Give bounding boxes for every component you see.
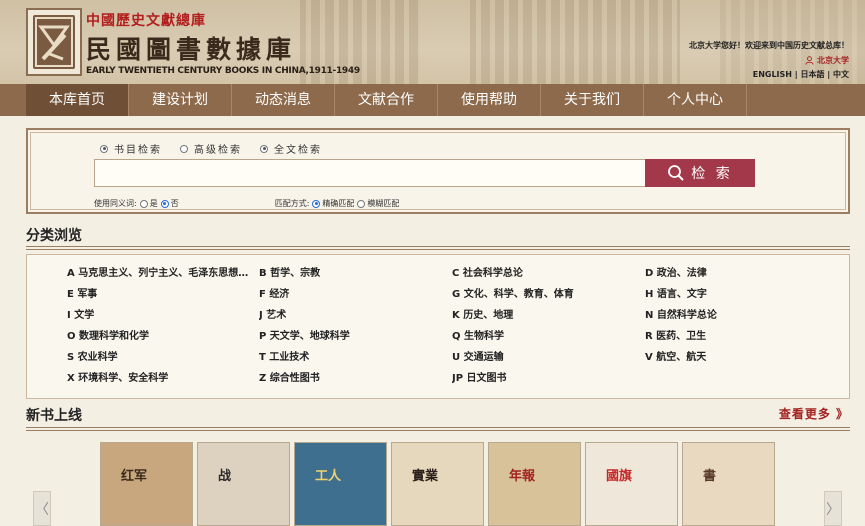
category-item[interactable]: O 数理科学和化学 (67, 329, 259, 344)
category-grid: A 马克思主义、列宁主义、毛泽东思想、邓小平理论B 哲学、宗教C 社会科学总论D… (67, 266, 838, 386)
match-exact[interactable]: 精确匹配 (309, 198, 354, 209)
category-item[interactable]: I 文学 (67, 308, 259, 323)
book-cover[interactable]: 國旗 (585, 442, 678, 526)
category-item[interactable]: G 文化、科学、教育、体育 (452, 287, 645, 302)
book-cover-title: 工人 (315, 469, 342, 484)
category-item[interactable]: JP 日文图书 (452, 371, 645, 386)
radio-icon (139, 199, 148, 208)
category-item[interactable]: E 军事 (67, 287, 259, 302)
category-item[interactable]: N 自然科学总论 (645, 308, 838, 323)
book-cover[interactable]: 工人 (294, 442, 387, 526)
category-item[interactable]: J 艺术 (259, 308, 452, 323)
synonym-yes[interactable]: 是 (137, 198, 158, 209)
language-switcher: ENGLISH | 日本語 | 中文 (752, 70, 849, 79)
user-account-link[interactable]: 北京大学 (805, 55, 849, 66)
category-item[interactable]: V 航空、航天 (645, 350, 838, 365)
category-item[interactable]: Q 生物科学 (452, 329, 645, 344)
nav-news[interactable]: 动态消息 (232, 84, 335, 116)
category-item[interactable]: U 交通运输 (452, 350, 645, 365)
category-section-title: 分类浏览 (26, 228, 82, 244)
category-item[interactable]: S 农业科学 (67, 350, 259, 365)
database-name: 民國圖書數據庫 (86, 35, 297, 64)
lang-english[interactable]: ENGLISH (753, 70, 792, 79)
chevron-left-icon: 〈 (35, 501, 49, 518)
search-icon (668, 165, 684, 181)
book-cover[interactable]: 書 (682, 442, 775, 526)
search-mode-group: 书目检索 高级检索 全文检索 (100, 141, 322, 156)
search-mode-fulltext[interactable]: 全文检索 (260, 141, 322, 156)
nav-personal-center[interactable]: 个人中心 (644, 84, 747, 116)
nav-cooperation[interactable]: 文献合作 (335, 84, 438, 116)
section-divider (26, 246, 850, 250)
synonym-label: 使用同义词: (94, 199, 137, 208)
category-item[interactable]: T 工业技术 (259, 350, 452, 365)
radio-icon (260, 144, 268, 153)
book-cover[interactable]: 年報 (488, 442, 581, 526)
category-item[interactable]: F 经济 (259, 287, 452, 302)
site-logo[interactable] (26, 8, 82, 76)
nav-build-plan[interactable]: 建设计划 (129, 84, 232, 116)
search-options: 使用同义词: 是 否 匹配方式: 精确匹配 模糊匹配 (94, 198, 399, 209)
main-nav: 本库首页 建设计划 动态消息 文献合作 使用帮助 关于我们 个人中心 (0, 84, 865, 116)
category-item[interactable]: R 医药、卫生 (645, 329, 838, 344)
nav-about[interactable]: 关于我们 (541, 84, 644, 116)
radio-icon (357, 199, 366, 208)
lang-chinese[interactable]: 中文 (833, 70, 849, 79)
book-cover-title: 红军 (121, 469, 148, 484)
category-item[interactable]: K 历史、地理 (452, 308, 645, 323)
category-panel: A 马克思主义、列宁主义、毛泽东思想、邓小平理论B 哲学、宗教C 社会科学总论D… (26, 254, 850, 399)
database-name-english: EARLY TWENTIETH CENTURY BOOKS IN CHINA,1… (86, 66, 360, 76)
search-mode-catalog[interactable]: 书目检索 (100, 141, 162, 156)
new-books-carousel: 〈 红军 战 工人 實業 年報 國旗 書 〉 (0, 436, 865, 526)
book-cover[interactable]: 红军 (100, 442, 193, 526)
carousel-prev-button[interactable]: 〈 (33, 491, 51, 526)
category-item[interactable]: Z 综合性图书 (259, 371, 452, 386)
category-item[interactable]: H 语言、文字 (645, 287, 838, 302)
search-input[interactable] (94, 159, 646, 187)
user-name: 北京大学 (817, 56, 849, 65)
new-books-section-title: 新书上线 (26, 408, 82, 424)
org-name: 中國歷史文獻總庫 (86, 13, 206, 29)
radio-icon (160, 199, 169, 208)
lang-japanese[interactable]: 日本語 (801, 70, 825, 79)
search-mode-advanced[interactable]: 高级检索 (180, 141, 242, 156)
user-icon (805, 56, 814, 65)
view-more-link[interactable]: 查看更多 》 (779, 405, 849, 422)
book-cover[interactable]: 實業 (391, 442, 484, 526)
welcome-message: 北京大学您好！欢迎来到中国历史文献总库！ (689, 41, 849, 50)
book-cover-title: 年報 (509, 469, 536, 484)
radio-icon (100, 144, 108, 153)
book-cover-title: 書 (703, 469, 717, 484)
section-divider (26, 427, 850, 431)
category-item[interactable]: B 哲学、宗教 (259, 266, 452, 281)
chevron-right-icon: 〉 (826, 501, 840, 518)
logo-emblem-icon (33, 15, 75, 69)
category-item[interactable]: A 马克思主义、列宁主义、毛泽东思想、邓小平理论 (67, 266, 259, 281)
book-cover-title: 战 (218, 469, 232, 484)
book-cover[interactable]: 战 (197, 442, 290, 526)
bookshelf-decoration (470, 0, 680, 84)
nav-home[interactable]: 本库首页 (26, 84, 129, 116)
category-item[interactable]: C 社会科学总论 (452, 266, 645, 281)
search-button[interactable]: 检 索 (645, 159, 755, 187)
site-header: 中國歷史文獻總庫 民國圖書數據庫 EARLY TWENTIETH CENTURY… (0, 0, 865, 84)
search-panel: 书目检索 高级检索 全文检索 检 索 使用同义词: 是 否 匹配方式: 精确匹配… (26, 128, 850, 214)
nav-help[interactable]: 使用帮助 (438, 84, 541, 116)
category-item[interactable]: P 天文学、地球科学 (259, 329, 452, 344)
synonym-no[interactable]: 否 (158, 198, 179, 209)
match-label: 匹配方式: (274, 199, 310, 208)
book-cover-title: 實業 (412, 469, 439, 484)
match-fuzzy[interactable]: 模糊匹配 (354, 198, 399, 209)
category-item[interactable]: D 政治、法律 (645, 266, 838, 281)
book-cover-title: 國旗 (606, 469, 633, 484)
category-item[interactable]: X 环境科学、安全科学 (67, 371, 259, 386)
radio-icon (180, 144, 188, 153)
carousel-next-button[interactable]: 〉 (824, 491, 842, 526)
radio-icon (312, 199, 321, 208)
